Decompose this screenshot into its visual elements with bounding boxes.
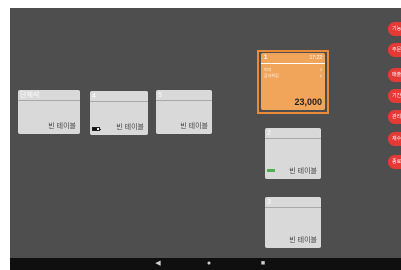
order-card-header: 1 17:22 — [261, 53, 325, 64]
side-menu-button-order[interactable]: 주문 — [388, 43, 401, 57]
order-item-row: 감자튀김 1 — [264, 73, 322, 79]
order-time: 17:22 — [309, 55, 322, 61]
table-name: 2 — [265, 128, 321, 139]
table-name: 4 — [90, 91, 148, 102]
side-menu-button-function[interactable]: 기능 — [388, 22, 401, 36]
recent-apps-icon[interactable]: ■ — [257, 258, 269, 270]
table-name: 1 — [264, 55, 268, 61]
table-status: 빈 테이블 — [116, 124, 144, 131]
order-item-qty: 1 — [319, 73, 322, 78]
table-name: 5 — [156, 90, 212, 101]
order-item-name: 감자튀김 — [264, 73, 279, 78]
table-name: 3 — [265, 197, 321, 208]
table-card-danchesik[interactable]: 단체석 빈 테이블 — [18, 90, 80, 134]
side-menu-button-manage[interactable]: 관리 — [388, 110, 401, 124]
back-icon[interactable]: ◀ — [152, 258, 164, 270]
table-card-3[interactable]: 3 빈 테이블 — [265, 197, 321, 248]
table-status: 빈 테이블 — [289, 237, 317, 244]
table-status: 빈 테이블 — [48, 123, 76, 130]
table-card-5[interactable]: 5 빈 테이블 — [156, 90, 212, 134]
side-menu-button-exit[interactable]: 종료 — [388, 155, 401, 169]
table-layout-screen: 단체석 빈 테이블 4 빈 테이블 5 빈 테이블 1 17:22 피자 2 감… — [10, 8, 401, 261]
side-menu-button-sales[interactable]: 매출 — [388, 68, 401, 82]
table-card-4[interactable]: 4 빈 테이블 — [90, 91, 148, 135]
home-icon[interactable]: ● — [203, 258, 215, 270]
table-status: 빈 테이블 — [289, 168, 317, 175]
table-card-2[interactable]: 2 빈 테이블 — [265, 128, 321, 179]
battery-icon — [92, 127, 101, 131]
status-indicator-icon — [267, 169, 275, 172]
side-menu-button-inventory[interactable]: 재수 — [388, 132, 401, 146]
table-card-1-occupied[interactable]: 1 17:22 피자 2 감자튀김 1 23,000 — [261, 53, 325, 110]
table-status: 빈 테이블 — [180, 123, 208, 130]
order-total: 23,000 — [294, 97, 322, 107]
system-navigation-bar: ◀ ● ■ — [10, 258, 401, 270]
side-menu-button-period[interactable]: 기간 — [388, 89, 401, 103]
table-name: 단체석 — [18, 90, 80, 101]
